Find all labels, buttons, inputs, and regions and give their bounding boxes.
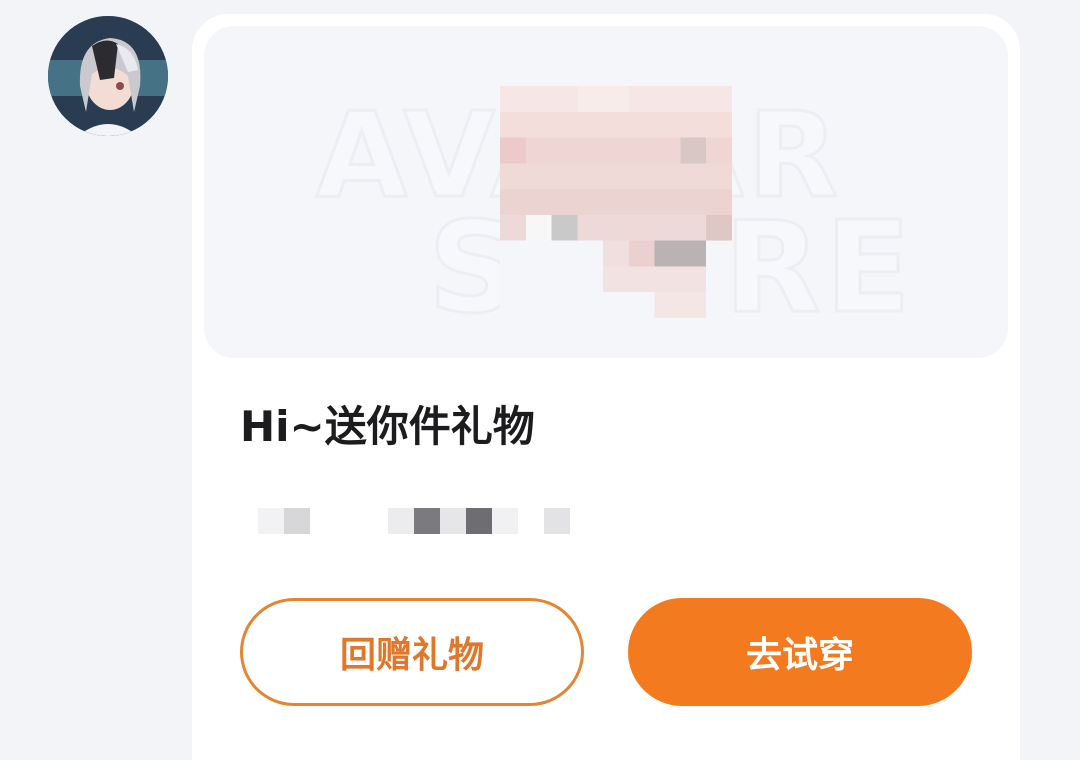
try-on-button[interactable]: 去试穿 — [628, 598, 972, 706]
gift-card[interactable]: AVATAR STORE — [192, 14, 1020, 760]
pixelated-item-preview — [500, 86, 732, 318]
pixelated-item-name — [258, 508, 570, 534]
sender-avatar[interactable] — [48, 16, 168, 136]
chat-message: AVATAR STORE — [0, 0, 1080, 760]
avatar-icon — [48, 16, 168, 136]
gift-item-name — [254, 508, 574, 534]
gift-title: Hi~送你件礼物 — [240, 402, 535, 451]
gift-banner: AVATAR STORE — [204, 26, 1008, 358]
gift-item-image[interactable] — [500, 86, 732, 318]
gift-back-button[interactable]: 回赠礼物 — [240, 598, 584, 706]
